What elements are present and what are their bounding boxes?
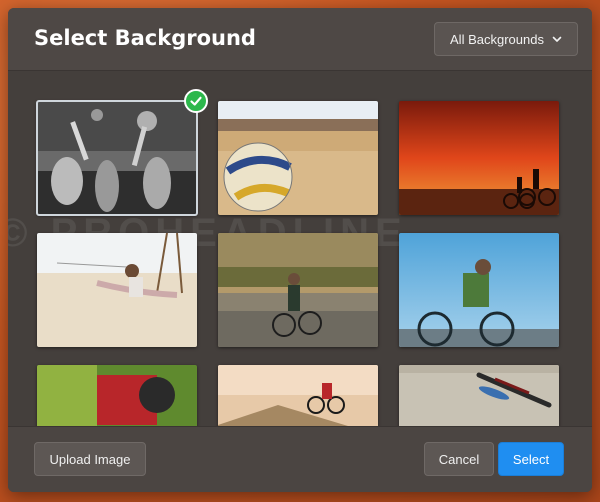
background-grid: © PROHEADLINE: [8, 71, 592, 427]
thumbnail-road-cyclist[interactable]: [218, 233, 378, 347]
thumbnail-city-cyclist[interactable]: [399, 233, 559, 347]
checkmark-icon: [190, 96, 202, 106]
thumbnail-volleyball-beach[interactable]: [218, 101, 378, 215]
thumbnail-bmx-jump[interactable]: [218, 365, 378, 427]
sunset-cyclists-image: [399, 101, 559, 215]
dialog-header: Select Background All Backgrounds: [8, 8, 592, 71]
bmx-jump-image: [218, 365, 378, 427]
dropdown-label: All Backgrounds: [450, 31, 544, 47]
upload-image-button[interactable]: Upload Image: [34, 442, 146, 476]
select-background-dialog: Select Background All Backgrounds © PROH…: [8, 8, 592, 492]
dialog-title: Select Background: [34, 26, 256, 50]
fishing-rod-image: [399, 365, 559, 427]
background-filter-dropdown[interactable]: All Backgrounds: [434, 22, 578, 56]
chevron-down-icon: [552, 36, 562, 42]
city-cyclist-image: [399, 233, 559, 347]
road-cyclist-image: [218, 233, 378, 347]
mountain-biker-image: [37, 365, 197, 427]
thumbnail-concert-crowd[interactable]: [36, 100, 198, 216]
thumbnail-beach-swing[interactable]: [37, 233, 197, 347]
volleyball-beach-image: [218, 101, 378, 215]
thumbnail-mountain-biker[interactable]: [37, 365, 197, 427]
beach-swing-image: [37, 233, 197, 347]
cancel-button[interactable]: Cancel: [424, 442, 494, 476]
thumbnail-sunset-cyclists[interactable]: [399, 101, 559, 215]
thumbnail-fishing-rod[interactable]: [399, 365, 559, 427]
select-button[interactable]: Select: [498, 442, 564, 476]
selected-check-badge: [184, 89, 208, 113]
dialog-footer: Upload Image Cancel Select: [8, 426, 592, 492]
concert-crowd-image: [37, 101, 197, 215]
